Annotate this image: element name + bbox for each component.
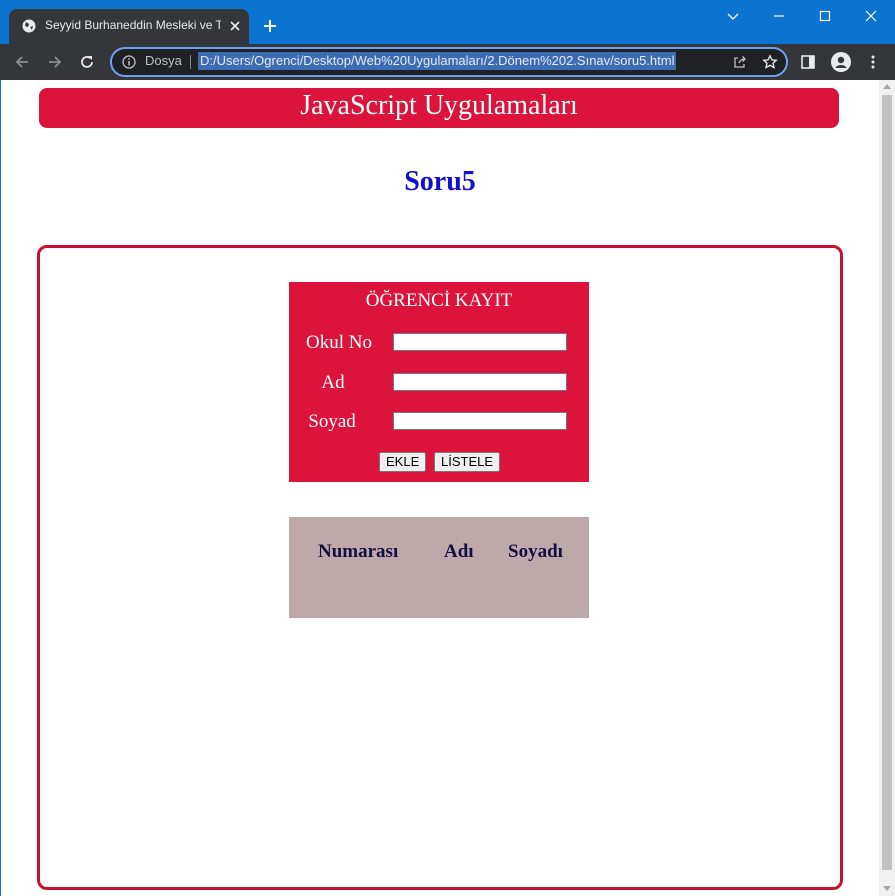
- soyad-input[interactable]: [393, 412, 567, 430]
- new-tab-icon[interactable]: [262, 18, 278, 34]
- profile-avatar-icon[interactable]: [831, 52, 851, 72]
- back-icon[interactable]: [13, 53, 31, 71]
- okul-no-label: Okul No: [306, 332, 372, 353]
- share-icon[interactable]: [732, 54, 748, 70]
- close-tab-icon[interactable]: [228, 19, 242, 33]
- window-titlebar: Seyyid Burhaneddin Mesleki ve Teknik: [0, 0, 895, 44]
- omnibox-divider: [190, 55, 191, 69]
- tab-title: Seyyid Burhaneddin Mesleki ve Teknik: [45, 18, 221, 32]
- close-window-icon[interactable]: [863, 8, 879, 24]
- reload-icon[interactable]: [78, 53, 96, 71]
- browser-toolbar: Dosya D:/Users/Ogrenci/Desktop/Web%20Uyg…: [0, 44, 895, 80]
- column-header-adi: Adı: [444, 541, 474, 562]
- info-icon[interactable]: [122, 55, 136, 69]
- more-menu-icon[interactable]: [865, 54, 881, 70]
- column-header-soyadi: Soyadı: [508, 541, 563, 562]
- browser-tab[interactable]: Seyyid Burhaneddin Mesleki ve Teknik: [9, 9, 249, 44]
- ad-input[interactable]: [393, 373, 567, 391]
- page-viewport: JavaScript Uygulamaları Soru5 ÖĞRENCİ KA…: [0, 80, 895, 896]
- soyad-label: Soyad: [308, 411, 356, 432]
- add-button[interactable]: EKLE: [379, 452, 427, 472]
- address-bar[interactable]: Dosya D:/Users/Ogrenci/Desktop/Web%20Uyg…: [110, 47, 788, 77]
- student-list-table: Numarası Adı Soyadı: [289, 517, 589, 618]
- page-banner: JavaScript Uygulamaları: [39, 88, 839, 128]
- globe-icon: [22, 19, 36, 33]
- bookmark-star-icon[interactable]: [762, 54, 778, 70]
- page-title: Soru5: [404, 166, 476, 197]
- side-panel-icon[interactable]: [800, 54, 816, 70]
- scroll-up-arrow-icon[interactable]: [883, 84, 891, 89]
- minimize-icon[interactable]: [771, 8, 787, 24]
- file-scheme-label: Dosya: [145, 53, 182, 68]
- scroll-down-arrow-icon[interactable]: [883, 886, 891, 891]
- okul-no-input[interactable]: [393, 333, 567, 351]
- url-text[interactable]: D:/Users/Ogrenci/Desktop/Web%20Uygulamal…: [198, 52, 677, 70]
- list-button[interactable]: LİSTELE: [434, 452, 501, 472]
- maximize-icon[interactable]: [817, 8, 833, 24]
- form-title: ÖĞRENCİ KAYIT: [365, 290, 513, 311]
- student-registration-form: ÖĞRENCİ KAYIT Okul No Ad Soyad EKLE LİST…: [289, 282, 589, 482]
- column-header-numarasi: Numarası: [318, 541, 399, 562]
- chevron-down-icon[interactable]: [725, 8, 741, 24]
- vertical-scrollbar[interactable]: [879, 80, 895, 896]
- ad-label: Ad: [321, 372, 345, 393]
- scroll-thumb[interactable]: [882, 95, 892, 870]
- forward-icon[interactable]: [46, 53, 64, 71]
